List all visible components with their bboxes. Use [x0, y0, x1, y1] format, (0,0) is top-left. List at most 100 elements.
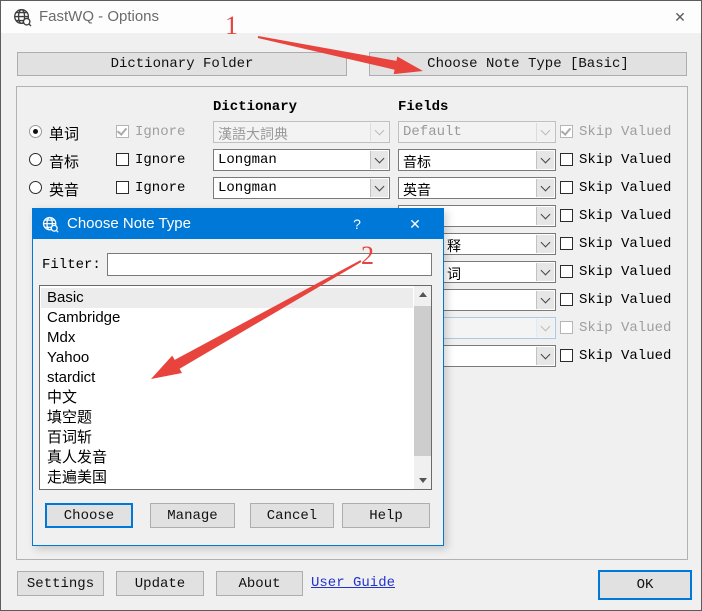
fields-column-header: Fields [398, 99, 448, 115]
chevron-down-icon [375, 181, 385, 191]
note-type-item[interactable]: Basic [41, 288, 413, 308]
dialog-title: Choose Note Type [67, 215, 191, 232]
update-button[interactable]: Update [116, 571, 204, 596]
note-type-item[interactable]: stardict [41, 368, 413, 388]
dictionary-column-header: Dictionary [213, 99, 297, 115]
chevron-down-icon [541, 125, 551, 135]
skip-valued-checkbox[interactable] [560, 237, 573, 250]
ignore-checkbox[interactable] [116, 153, 129, 166]
choose-note-type-button[interactable]: Choose Note Type [Basic] [369, 52, 687, 76]
row-type-label: 英音 [49, 179, 79, 200]
help-button[interactable]: Help [342, 503, 430, 528]
window-close-button[interactable]: ✕ [665, 5, 695, 29]
fields-select-value: 释 [447, 236, 461, 256]
window-title: FastWQ - Options [39, 8, 159, 25]
user-guide-link[interactable]: User Guide [311, 575, 395, 591]
chevron-down-icon [541, 237, 551, 247]
dropdown-arrow-icon [536, 291, 554, 309]
row-type-radio [29, 125, 42, 138]
note-type-item[interactable]: Cambridge [41, 308, 413, 328]
ok-button[interactable]: OK [598, 570, 692, 600]
note-type-item[interactable]: Yahoo [41, 348, 413, 368]
scrollbar-thumb[interactable] [414, 306, 431, 456]
choose-note-type-dialog: Choose Note Type ? ✕ Filter: BasicCambri… [32, 208, 444, 546]
dialog-close-button[interactable]: ✕ [397, 209, 433, 239]
chevron-down-icon [541, 153, 551, 163]
list-scrollbar[interactable] [414, 286, 431, 489]
dropdown-arrow-icon [536, 347, 554, 365]
chevron-down-icon [375, 153, 385, 163]
option-row: 英音IgnoreLongman英音Skip Valued [1, 175, 702, 201]
fields-select[interactable]: 音标 [398, 149, 556, 171]
ignore-checkbox[interactable] [116, 181, 129, 194]
fields-select-value: 词 [447, 264, 461, 284]
skip-valued-checkbox[interactable] [560, 209, 573, 222]
dropdown-arrow-icon [536, 179, 554, 197]
dictionary-select-value: Longman [218, 180, 277, 196]
dialog-globe-icon [42, 216, 59, 238]
skip-valued-checkbox[interactable] [560, 293, 573, 306]
note-type-item[interactable]: 英语 [41, 488, 413, 490]
skip-valued-checkbox[interactable] [560, 153, 573, 166]
skip-valued-label: Skip Valued [579, 292, 671, 308]
skip-valued-label: Skip Valued [579, 152, 671, 168]
note-type-listbox: BasicCambridgeMdxYahoostardict中文填空题百词斩真人… [39, 285, 432, 490]
dropdown-arrow-icon [370, 151, 388, 169]
manage-button[interactable]: Manage [150, 503, 235, 528]
scroll-up-button[interactable] [414, 286, 431, 303]
note-type-item[interactable]: 中文 [41, 388, 413, 408]
option-row: 音标 Ignore Longman 音标 Skip Valued [1, 147, 702, 173]
dictionary-select-value: 漢語大詞典 [218, 124, 288, 144]
fields-select[interactable]: 英音 [398, 177, 556, 199]
row-type-radio[interactable] [29, 181, 42, 194]
skip-valued-checkbox[interactable] [560, 265, 573, 278]
scroll-down-button[interactable] [414, 472, 431, 489]
fields-select: Default [398, 121, 556, 143]
dictionary-select[interactable]: Longman [213, 177, 390, 199]
dropdown-arrow-icon [370, 123, 388, 141]
row-type-radio[interactable] [29, 153, 42, 166]
option-row: 单词Ignore漢語大詞典DefaultSkip Valued [1, 119, 702, 145]
dictionary-select: 漢語大詞典 [213, 121, 390, 143]
chevron-down-icon [541, 349, 551, 359]
chevron-down-icon [541, 181, 551, 191]
dictionary-folder-button[interactable]: Dictionary Folder [17, 52, 347, 76]
dropdown-arrow-icon [370, 179, 388, 197]
skip-valued-label: Skip Valued [579, 208, 671, 224]
dialog-titlebar[interactable]: Choose Note Type ? ✕ [33, 209, 443, 239]
chevron-down-icon [541, 293, 551, 303]
filter-label: Filter: [42, 257, 101, 273]
skip-valued-checkbox [560, 125, 573, 138]
ignore-checkbox [116, 125, 129, 138]
note-type-item[interactable]: 走遍美国 [41, 468, 413, 488]
note-type-item[interactable]: 真人发音 [41, 448, 413, 468]
about-button[interactable]: About [216, 571, 303, 596]
note-type-item[interactable]: 填空题 [41, 408, 413, 428]
skip-valued-checkbox[interactable] [560, 349, 573, 362]
chevron-down-icon [375, 125, 385, 135]
skip-valued-checkbox[interactable] [560, 181, 573, 194]
filter-input[interactable] [107, 253, 432, 276]
row-type-label: 音标 [49, 151, 79, 172]
skip-valued-label: Skip Valued [579, 348, 671, 364]
note-type-item[interactable]: Mdx [41, 328, 413, 348]
skip-valued-label: Skip Valued [579, 180, 671, 196]
choose-button[interactable]: Choose [45, 503, 133, 528]
skip-valued-label: Skip Valued [579, 264, 671, 280]
skip-valued-label: Skip Valued [579, 124, 671, 140]
dialog-help-button[interactable]: ? [339, 209, 375, 239]
ignore-label: Ignore [135, 124, 185, 140]
window-titlebar[interactable]: FastWQ - Options ✕ [1, 1, 701, 33]
fields-select-value: Default [403, 124, 462, 140]
fields-select-value: 音标 [403, 152, 431, 172]
dropdown-arrow-icon [536, 123, 554, 141]
chevron-down-icon [541, 209, 551, 219]
dictionary-select[interactable]: Longman [213, 149, 390, 171]
settings-button[interactable]: Settings [17, 571, 104, 596]
note-type-item[interactable]: 百词斩 [41, 428, 413, 448]
fields-select-value: 英音 [403, 180, 431, 200]
skip-valued-label: Skip Valued [579, 320, 671, 336]
cancel-button[interactable]: Cancel [250, 503, 334, 528]
ignore-label: Ignore [135, 152, 185, 168]
fastwq-globe-icon [13, 8, 32, 32]
